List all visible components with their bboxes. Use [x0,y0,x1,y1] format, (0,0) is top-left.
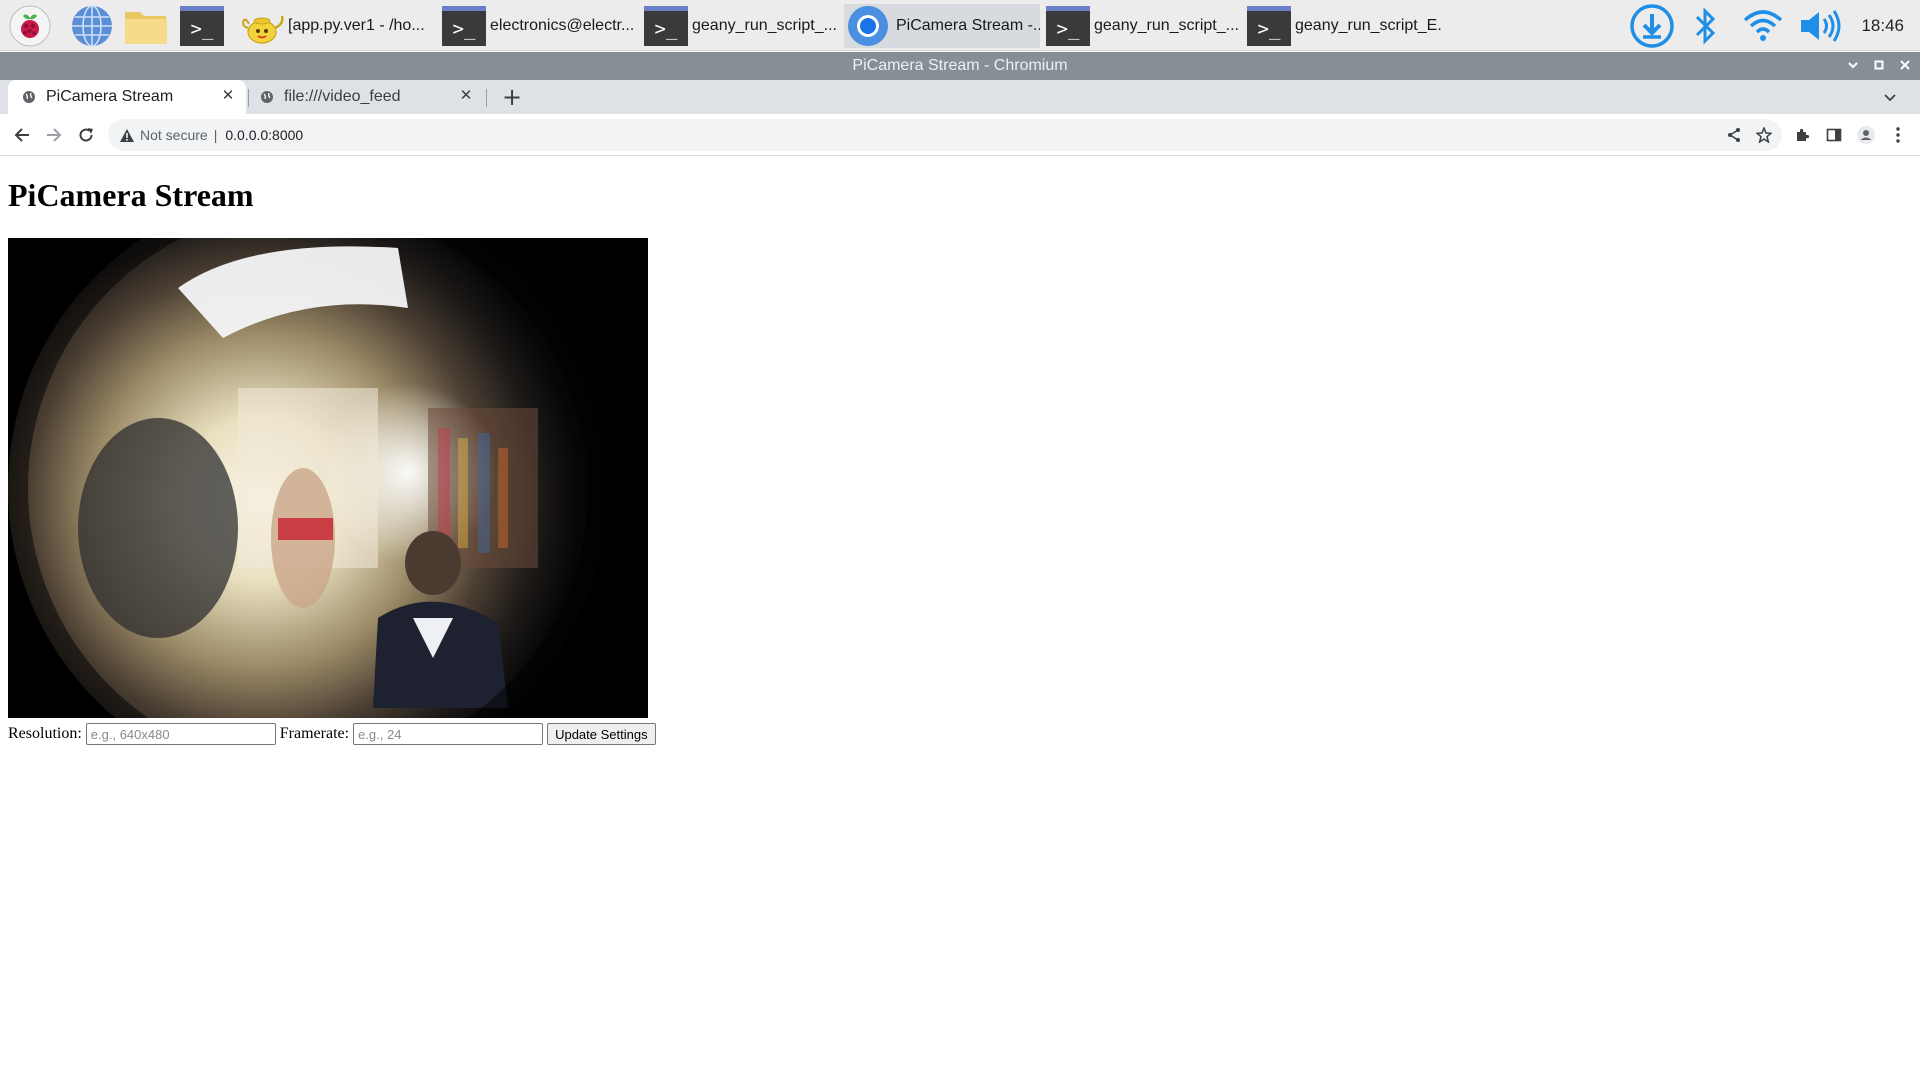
globe-favicon-icon [260,90,274,104]
framerate-label: Framerate: [279,725,350,742]
taskbar-window-geany[interactable]: [app.py.ver1 - /ho... [240,4,436,48]
terminal-launcher-icon[interactable]: >_ [178,4,226,48]
close-window-icon[interactable] [1898,58,1912,74]
back-arrow-icon[interactable] [8,121,36,149]
chromium-icon [846,4,890,48]
bluetooth-icon[interactable] [1688,2,1724,50]
forward-arrow-icon[interactable] [40,121,68,149]
framerate-input[interactable] [353,723,544,745]
wifi-icon[interactable] [1740,2,1786,50]
reload-icon[interactable] [72,121,100,149]
download-tray-icon[interactable] [1626,2,1678,50]
taskbar-window-geany-run-script-2[interactable]: >_ geany_run_script_... [1046,4,1242,48]
taskbar-window-label: PiCamera Stream -... [896,17,1040,34]
window-controls [1846,52,1912,80]
tab-video-feed[interactable]: file:///video_feed ✕ [246,80,484,114]
browser-toolbar: Not secure | 0.0.0.0:8000 [0,114,1920,156]
geany-teapot-icon [240,6,286,46]
terminal-icon: >_ [1247,6,1291,46]
side-panel-icon[interactable] [1820,121,1848,149]
close-tab-icon[interactable]: ✕ [458,88,474,104]
terminal-icon: >_ [442,6,486,46]
resolution-label: Resolution: [8,725,82,742]
omnibox-divider: | [213,127,218,143]
taskbar-window-label: [app.py.ver1 - /ho... [288,17,425,34]
taskbar-window-label: electronics@electr... [490,17,635,34]
window-title: PiCamera Stream - Chromium [852,57,1068,74]
taskbar: >_ [app.py.ver1 - /ho... >_ electronics@… [0,0,1920,51]
tab-title: PiCamera Stream [46,88,174,105]
window-titlebar[interactable]: PiCamera Stream - Chromium [0,52,1920,80]
file-manager-folder-icon[interactable] [122,4,170,48]
web-browser-globe-icon[interactable] [68,4,116,48]
raspberry-menu-icon[interactable] [6,4,54,48]
taskbar-window-label: geany_run_script_... [1094,17,1239,34]
close-tab-icon[interactable]: ✕ [220,88,236,104]
tab-divider [486,89,487,107]
terminal-icon: >_ [644,6,688,46]
minimize-icon[interactable] [1846,58,1860,74]
tab-strip: PiCamera Stream ✕ file:///video_feed ✕ + [0,80,1920,114]
browser-menu-kebab-icon[interactable] [1884,121,1912,149]
taskbar-window-terminal[interactable]: >_ electronics@electr... [442,4,638,48]
camera-stream-image [8,238,648,718]
tab-search-chevron-icon[interactable] [1876,83,1904,111]
clock[interactable]: 18:46 [1861,0,1904,51]
omnibox-actions [1726,119,1772,151]
update-settings-button[interactable]: Update Settings [547,723,656,745]
volume-icon[interactable] [1794,2,1846,50]
resolution-input[interactable] [85,723,276,745]
address-bar[interactable]: Not secure | 0.0.0.0:8000 [108,119,1782,151]
taskbar-window-geany-run-script-1[interactable]: >_ geany_run_script_... [644,4,840,48]
taskbar-window-label: geany_run_script_E... [1295,17,1443,34]
profile-avatar-icon[interactable] [1852,121,1880,149]
security-label[interactable]: Not secure [140,127,208,143]
extensions-puzzle-icon[interactable] [1788,121,1816,149]
settings-form: Resolution: Framerate: Update Settings [8,722,656,746]
taskbar-window-label: geany_run_script_... [692,17,837,34]
taskbar-window-geany-run-script-3[interactable]: >_ geany_run_script_E... [1247,4,1443,48]
url-text[interactable]: 0.0.0.0:8000 [225,127,303,143]
web-page: PiCamera Stream Resolution: e.g., 640x48… [0,157,1920,1080]
globe-favicon-icon [22,90,36,104]
terminal-icon: >_ [1046,6,1090,46]
share-icon[interactable] [1726,127,1742,143]
bookmark-star-icon[interactable] [1756,127,1772,143]
warning-triangle-icon[interactable] [120,128,134,142]
maximize-icon[interactable] [1872,58,1886,74]
taskbar-window-chromium[interactable]: PiCamera Stream -... [844,4,1040,48]
tab-title: file:///video_feed [284,88,401,105]
new-tab-plus-icon[interactable]: + [498,83,526,111]
tab-picamera-stream[interactable]: PiCamera Stream ✕ [8,80,246,114]
page-title: PiCamera Stream [8,177,254,213]
